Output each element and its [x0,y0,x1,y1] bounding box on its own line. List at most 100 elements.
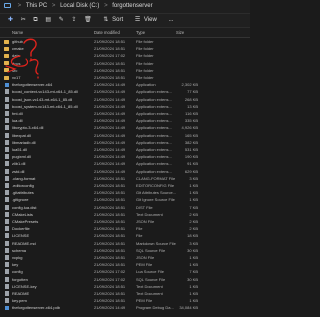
address-bar[interactable]: > This PC > Local Disk (C:) > forgottens… [0,0,250,14]
file-date: 21/09/2024 18:51 [94,67,126,73]
file-row[interactable]: schema 21/09/2024 18:51 SQL Source File 30 … [0,247,250,254]
view-button[interactable]: View [144,14,157,27]
file-row[interactable]: zstd.dll 21/09/2024 14:49 Application exte… [0,168,250,175]
file-name: docs [12,60,21,66]
file-date: 21/09/2024 18:51 [94,46,126,52]
file-size: 2 KB [189,219,198,224]
more-button[interactable]: ... [168,14,173,27]
file-row[interactable]: .clang-format 21/09/2024 18:51 CLANG-FORMA… [0,175,250,182]
file-row[interactable]: README.md 21/09/2024 18:51 Markdown Source… [0,240,250,247]
file-date: 21/09/2024 18:51 [94,298,126,304]
file-name: key [12,262,19,268]
file-row[interactable]: boost_context-vc143-mt-x64-1_85.dll 21/09… [0,88,250,95]
file-row[interactable]: libmariadb.dll 21/09/2024 14:49 Applicatio… [0,139,250,146]
file-type: File folder [136,46,154,52]
rename-icon[interactable]: ✎ [59,14,64,27]
file-row[interactable]: lua.dll 21/09/2024 14:49 Application exten… [0,117,250,124]
file-row[interactable]: key.pem 21/09/2024 18:51 PEM File 1 KB [0,297,250,304]
file-icon [4,161,9,167]
file-icon [4,219,9,224]
file-type: PEM File [136,298,153,304]
delete-icon[interactable]: 🗑 [84,14,92,27]
file-row[interactable]: CMakeLists 21/09/2024 18:51 Text Document 2… [0,211,250,218]
file-row[interactable]: fmt.dll 21/09/2024 14:49 Application exten… [0,110,250,117]
file-row[interactable]: Dockerfile 21/09/2024 18:51 File 2 KB [0,225,250,232]
file-row[interactable]: LICENSE-key 21/09/2024 18:51 Text Document… [0,283,250,290]
file-name: libmariadb.dll [12,139,36,145]
file-name: boost_system-vc143-mt-x64-1_85.dll [12,103,78,109]
view-icon[interactable]: ☰ [135,14,140,27]
file-date: 21/09/2024 18:51 [94,183,126,188]
file-type: Application extens... [136,96,172,102]
file-icon [4,226,9,232]
sort-icon[interactable]: ⇅ [103,14,108,27]
file-date: 21/09/2024 14:49 [94,147,126,152]
file-row[interactable]: key 21/09/2024 18:51 PEM File 1 KB [0,261,250,268]
file-row[interactable]: libexpat.dll 21/09/2024 14:49 Application … [0,132,250,139]
file-type: SQL Source File [136,247,166,253]
file-icon [4,276,9,282]
file-name: .editorconfig [12,183,34,188]
file-row[interactable]: lua51.dll 21/09/2024 14:49 Application ext… [0,146,250,153]
file-date: 21/09/2024 14:49 [94,132,126,138]
file-row[interactable]: theforgottenserver-x64.pdb 21/09/2024 14:… [0,304,250,311]
file-row[interactable]: github 21/09/2024 18:51 File folder [0,38,250,45]
column-name[interactable]: Name [12,28,23,37]
file-name: .gitignore [12,197,29,203]
file-row[interactable]: vcpkg 21/09/2024 18:51 JSON File 1 KB [0,254,250,261]
file-size: 1 KB [189,298,198,304]
file-row[interactable]: cmake 21/09/2024 18:51 File folder [0,45,250,52]
file-type: File folder [136,60,154,66]
file-row[interactable]: theforgottenserver-x64 21/09/2024 14:49 Ap… [0,81,250,88]
file-size: 335 KB [184,118,198,124]
file-size: 190 KB [184,154,198,160]
column-type[interactable]: Type [136,28,145,37]
folder-icon [4,39,9,44]
paste-icon[interactable]: ▤ [45,14,51,27]
file-row[interactable]: LICENSE 21/09/2024 18:51 File 18 KB [0,232,250,239]
file-row[interactable]: vc17 21/09/2024 18:51 File folder [0,74,250,81]
file-name: schema [12,247,27,253]
file-icon [4,96,9,102]
file-row[interactable]: README 21/09/2024 18:51 Text Document 1 KB [0,290,250,297]
file-type: Application extens... [136,118,172,124]
file-row[interactable]: config.lua.dist 21/09/2024 18:51 DIST File… [0,204,250,211]
this-pc-icon [4,3,11,8]
file-size: 1 KB [189,190,198,196]
copy-icon[interactable]: ⧉ [33,14,37,27]
file-row[interactable]: .gitignore 21/09/2024 18:51 Git Ignore Sou… [0,196,250,203]
file-row[interactable]: CMakePresets 21/09/2024 18:51 JSON File 2 K… [0,218,250,225]
file-date: 21/09/2024 18:51 [94,204,126,210]
file-row[interactable]: data 21/09/2024 17:02 File folder [0,52,250,59]
share-icon[interactable]: ⇪ [71,14,76,27]
file-row[interactable]: forgotten 21/09/2024 17:02 SQL Source File… [0,276,250,283]
breadcrumb-forgottenserver[interactable]: forgottenserver [112,0,152,13]
file-row[interactable]: boost_system-vc143-mt-x64-1_85.dll 21/09/… [0,103,250,110]
cut-icon[interactable]: ✂ [21,14,26,27]
file-type: File folder [136,75,154,80]
file-row[interactable]: zlib1.dll 21/09/2024 14:49 Application ext… [0,160,250,167]
breadcrumb-this-pc[interactable]: This PC [26,0,47,13]
sort-button[interactable]: Sort [112,14,123,27]
file-row[interactable]: config 21/09/2024 17:02 Lua Source File 7 K… [0,268,250,275]
file-row[interactable]: libcrypto-3-x64.dll 21/09/2024 14:49 Appli… [0,124,250,131]
file-name: boost_json-vc143-mt-x64-1_85.dll [12,96,73,102]
file-row[interactable]: src 21/09/2024 18:51 File folder [0,67,250,74]
breadcrumb-local-disk[interactable]: Local Disk (C:) [60,0,99,13]
file-row[interactable]: docs 21/09/2024 18:51 File folder [0,60,250,67]
file-size: 629 KB [184,168,198,174]
file-row[interactable]: .editorconfig 21/09/2024 18:51 EDITORCONFI… [0,182,250,189]
file-size: 91 KB [187,161,198,167]
file-name: libcrypto-3-x64.dll [12,125,44,131]
column-size[interactable]: Size [176,28,184,37]
column-date[interactable]: Date modified [94,28,120,37]
file-row[interactable]: .gitattributes 21/09/2024 18:51 Git Attrib… [0,189,250,196]
file-type: JSON File [136,219,155,224]
file-row[interactable]: pugixml.dll 21/09/2024 14:49 Application e… [0,153,250,160]
file-row[interactable]: boost_json-vc143-mt-x64-1_85.dll 21/09/20… [0,96,250,103]
new-icon[interactable]: ✚ [8,14,13,27]
file-size: 1 KB [189,291,198,296]
file-date: 21/09/2024 18:51 [94,240,126,246]
file-date: 21/09/2024 14:49 [94,82,126,88]
file-date: 21/09/2024 18:51 [94,247,126,253]
